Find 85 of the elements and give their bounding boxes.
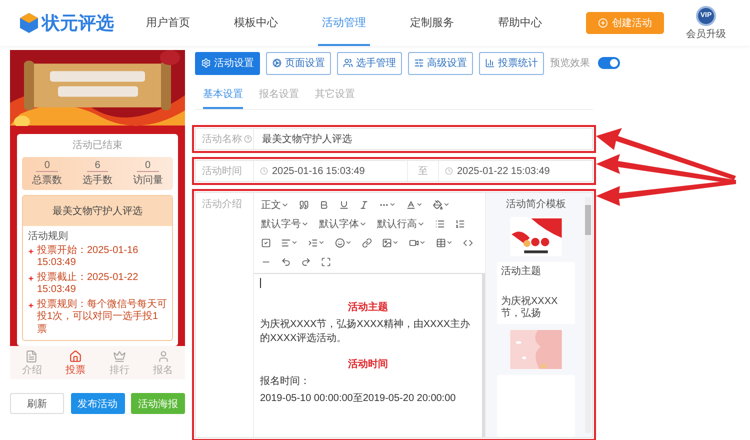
status-text: 活动已结束 [72,138,124,152]
indent-icon [308,238,318,248]
nav-link[interactable]: 活动管理 [318,0,370,46]
bold-icon [319,200,329,210]
link-icon [362,238,372,248]
nav-link[interactable]: 定制服务 [406,0,458,46]
checkbox-icon [261,238,271,248]
italic-icon [359,200,369,210]
people-icon [343,58,353,68]
format-dropdown[interactable]: 默认行高 [373,214,429,233]
video-icon [409,238,419,248]
toggle-label: 预览效果 [550,57,590,70]
rules-heading: 活动规则 [28,230,69,242]
format-dropdown[interactable]: 默认字体 [315,214,371,233]
crown-icon [112,350,126,363]
cube-logo-icon [20,13,38,33]
preview-toggle[interactable] [598,57,620,69]
caret-icon [419,239,426,246]
code-icon [463,238,473,248]
fullscreen-icon [321,256,331,266]
settings-tab[interactable]: 活动设置 [195,52,260,74]
gear-icon [201,58,211,68]
redo-icon [301,256,311,266]
stat-label: 选手数 [82,174,112,186]
settings-tab[interactable]: 高级设置 [408,52,473,74]
undo-icon [281,256,291,266]
caret-icon [392,239,399,246]
nav-link[interactable]: 模板中心 [230,0,282,46]
rule-text: 投票规则：每个微信号每天可投1次，可以对同一选手投1票 [37,298,167,336]
numbered-list-icon [455,218,465,228]
caret-icon [443,201,450,208]
activity-title: 最美文物守护人评选 [23,196,172,226]
stat-value: 0 [36,160,58,172]
caret-icon [446,239,453,246]
template-card[interactable]: 活动主题 为庆祝XXXX节，弘扬 [497,262,575,324]
nav-link[interactable]: 帮助中心 [494,0,546,46]
gear-icon [272,58,282,68]
logo-text: 状元评选 [42,12,114,35]
document-icon [25,350,38,363]
nav-link[interactable]: 用户首页 [142,0,194,46]
format-dropdown[interactable]: 正文 [257,195,293,214]
sliders-icon [414,58,424,68]
stat-label: 访问量 [132,174,163,186]
settings-tab[interactable]: 页面设置 [266,52,331,74]
caret-icon [389,201,396,208]
emoji-icon [335,238,345,248]
settings-tab[interactable]: 投票统计 [479,52,544,74]
stat-label: 总票数 [32,174,62,186]
caret-icon [416,201,423,208]
caret-icon [345,239,352,246]
template-title: 活动简介模板 [506,198,566,211]
font-color-icon [406,200,416,210]
content-paragraph: 报名时间： [260,375,311,388]
template-card-text: 为庆祝XXXX节，弘扬 [501,296,559,320]
template-card-title: 活动主题 [501,266,542,278]
action-button[interactable]: 刷新 [10,393,64,414]
content-paragraph: 为庆祝XXXX节，弘扬XXXX精神，由XXXX主办的XXXX评选活动。 [260,318,472,345]
align-icon [281,238,291,248]
field-label: 活动介绍 [196,193,254,437]
quote-icon [299,200,309,210]
rule-text: 投票开始：2025-01-16 15:03:49 [37,244,140,270]
table-icon [436,238,446,248]
highlight-icon [433,200,443,210]
home-icon [69,350,82,363]
stat-value: 0 [137,160,159,172]
caret-icon [318,239,325,246]
caret-icon [291,239,298,246]
content-heading: 活动主题 [347,300,389,314]
content-paragraph: 2019-05-10 00:00:00至2019-05-20 20:00:00 [260,392,457,406]
stat-value: 6 [86,160,108,172]
sub-tab[interactable]: 基本设置 [203,82,243,109]
vip-label: 会员升级 [686,28,726,40]
plus-icon [598,18,608,28]
bottom-tab[interactable]: 投票 [66,350,86,377]
image-icon [382,238,392,248]
rule-text: 投票截止：2025-01-22 15:03:49 [37,272,140,296]
format-dropdown[interactable]: 默认字号 [257,214,313,233]
action-button[interactable]: 发布活动 [70,393,124,414]
content-heading: 活动时间 [347,358,389,371]
bullet-list-icon [435,218,445,228]
person-icon [156,350,170,363]
bar-chart-icon [485,58,495,68]
settings-tab[interactable]: 选手管理 [337,52,402,74]
scrollbar[interactable] [585,197,591,433]
underline-icon [339,200,349,210]
